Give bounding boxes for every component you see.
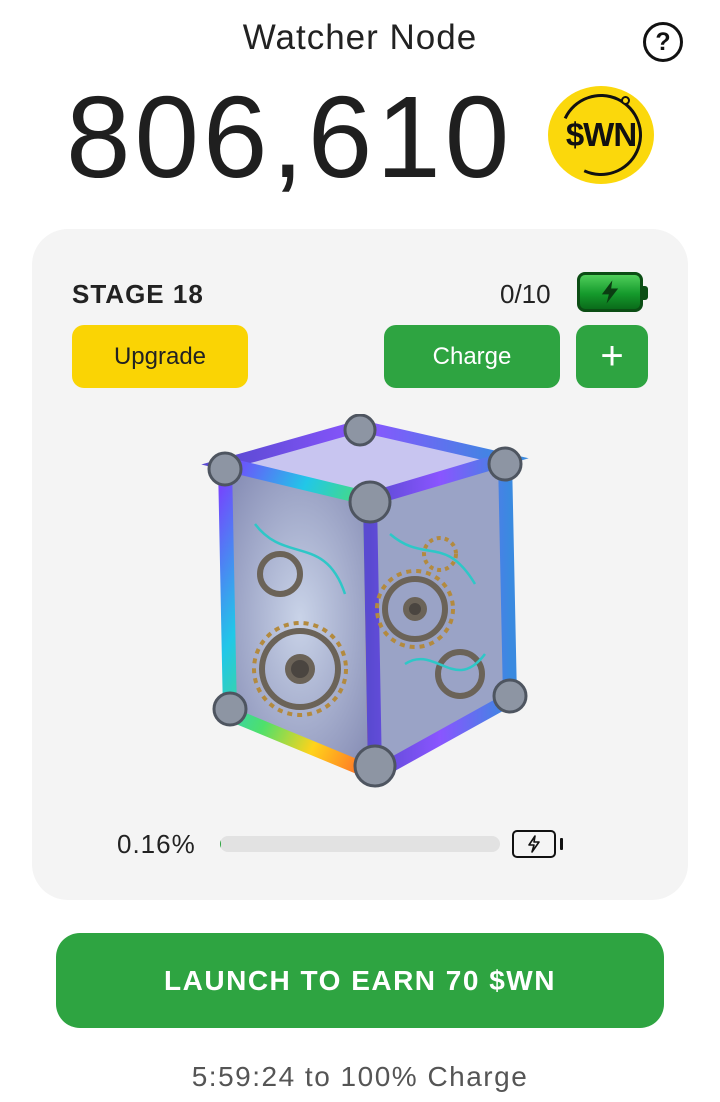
battery-icon <box>512 830 563 858</box>
charge-progress-bar <box>220 836 500 852</box>
node-cube-image[interactable] <box>185 414 535 804</box>
add-charge-button[interactable]: + <box>576 325 648 388</box>
watcher-node-screen: Watcher Node ? 806,610 $WN STAGE 18 0/10… <box>0 0 720 1102</box>
upgrade-button[interactable]: Upgrade <box>72 325 248 388</box>
charge-button[interactable]: Charge <box>384 325 560 388</box>
help-icon[interactable]: ? <box>643 22 683 62</box>
page-title: Watcher Node <box>242 18 478 57</box>
battery-charging-icon <box>577 272 648 312</box>
charge-count: 0/10 <box>500 279 551 309</box>
charge-timer: 5:59:24 to 100% Charge <box>191 1061 529 1092</box>
coin-symbol: $WN <box>565 116 637 153</box>
progress-percent: 0.16% <box>117 829 196 859</box>
launch-button[interactable]: LAUNCH TO EARN 70 $WN <box>56 933 664 1028</box>
stage-label: STAGE 18 <box>72 279 204 309</box>
wn-coin-icon: $WN <box>548 82 654 188</box>
balance-amount: 806,610 <box>66 72 514 202</box>
